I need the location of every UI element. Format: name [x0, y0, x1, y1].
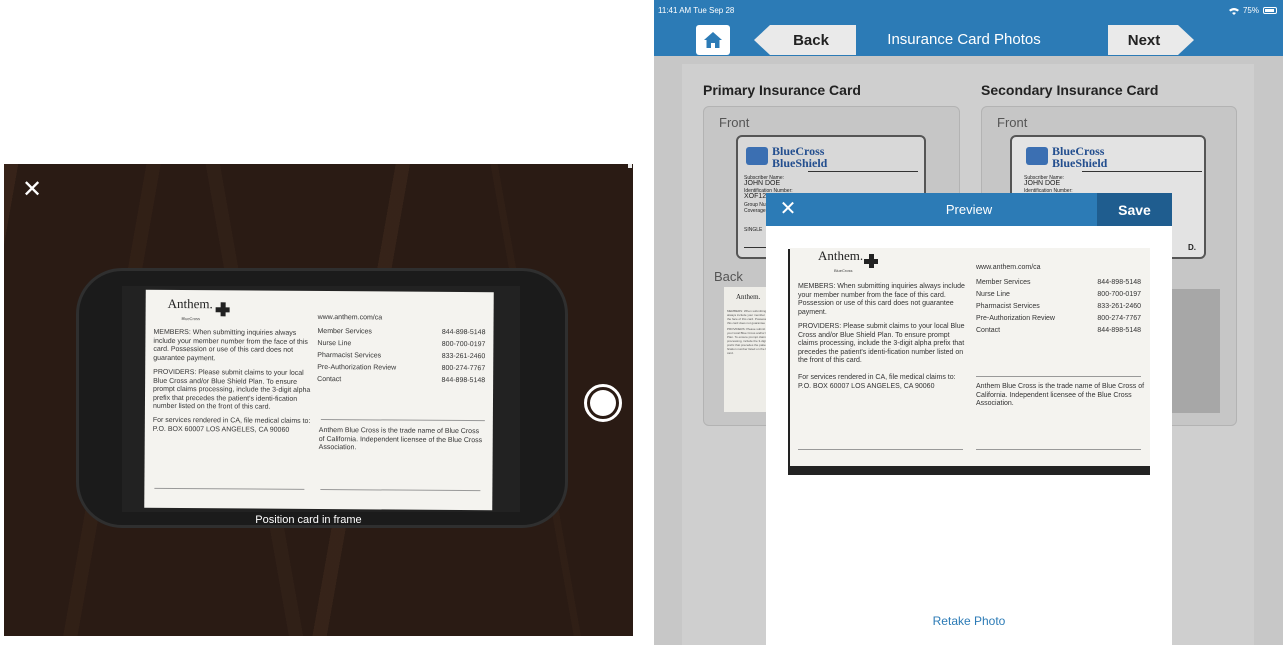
camera-viewfinder: Anthem. BlueCross MEMBERS: When submitti…: [4, 164, 633, 636]
cross-icon: [864, 254, 878, 268]
save-button[interactable]: Save: [1097, 193, 1172, 226]
thumb-logo: Anthem.: [736, 293, 761, 301]
divider: [798, 449, 963, 450]
logo-sub: BlueCross: [181, 316, 201, 322]
front-label: Front: [719, 115, 750, 130]
members-text: MEMBERS: When submitting inquiries alway…: [798, 283, 965, 316]
card-footer: Anthem Blue Cross is the trade name of B…: [318, 426, 483, 452]
anthem-logo: Anthem.: [167, 295, 213, 312]
coverage-label: Coverage: [744, 208, 766, 214]
divider: [808, 171, 918, 172]
next-button[interactable]: Next: [1108, 25, 1194, 55]
primary-heading: Primary Insurance Card: [703, 82, 861, 98]
members-text: MEMBERS: When submitting inquiries alway…: [153, 328, 308, 363]
contact-row: Contact 844-898-5148: [317, 375, 486, 384]
contact-row: Pharmacist Services 833-261-2460: [317, 351, 486, 360]
plan-label: SINGLE: [744, 227, 763, 233]
cross-icon: [216, 302, 230, 316]
card-footer: Anthem Blue Cross is the trade name of B…: [976, 383, 1145, 408]
divider: [976, 449, 1141, 450]
divider: [976, 376, 1141, 377]
divider: [1082, 171, 1202, 172]
contact-row: Member Services 844-898-5148: [976, 279, 1141, 286]
card-letter: D.: [1188, 243, 1196, 252]
preview-card-image: Anthem. BlueCross MEMBERS: When submitti…: [790, 248, 1150, 466]
battery-percent: 75%: [1242, 6, 1259, 15]
providers-text: PROVIDERS: Please submit claims to your …: [152, 368, 311, 412]
divider: [154, 487, 305, 490]
contacts-list: Member Services 844-898-5148 Nurse Line 80…: [976, 279, 1141, 338]
contact-row: Nurse Line 800-700-0197: [976, 290, 1141, 298]
page-title: Insurance Card Photos: [887, 31, 1041, 48]
contact-row: Nurse Line 800-700-0197: [317, 339, 486, 349]
home-icon: [704, 32, 722, 48]
divider: [320, 419, 485, 422]
secondary-heading: Secondary Insurance Card: [981, 82, 1159, 98]
frame-hint: Position card in frame: [255, 514, 362, 526]
services-text: For services rendered in CA, file medica…: [152, 416, 311, 434]
logo-sub: BlueCross: [834, 268, 853, 273]
contact-row: Pre-Authorization Review 800-274-7767: [317, 363, 486, 372]
bcbs-brand: BlueCross BlueShield: [772, 144, 828, 170]
modal-title: Preview: [945, 202, 993, 217]
card-url: www.anthem.com/ca: [976, 264, 1041, 271]
insurance-card-screen: 11:41 AM Tue Sep 28 75% Back Insurance C…: [654, 0, 1283, 645]
captured-card: Anthem. BlueCross MEMBERS: When submitti…: [144, 289, 494, 511]
contact-row: Member Services 844-898-5148: [317, 327, 486, 337]
contact-row: Pre-Authorization Review 800-274-7767: [976, 314, 1141, 322]
back-label: Back: [714, 269, 743, 284]
bcbs-brand: BlueCross BlueShield: [1052, 144, 1108, 170]
back-button[interactable]: Back: [754, 25, 856, 55]
bcbs-logo-icon: [1026, 147, 1048, 165]
contact-row: Pharmacist Services 833-261-2460: [976, 302, 1141, 310]
front-label: Front: [997, 115, 1028, 130]
camera-edge-marker: [628, 164, 632, 168]
home-button[interactable]: [696, 25, 730, 55]
contact-row: Contact 844-898-5148: [976, 326, 1141, 334]
bcbs-logo-icon: [746, 147, 768, 165]
contacts-list: Member Services 844-898-5148 Nurse Line 80…: [317, 328, 485, 389]
card-url: www.anthem.com/ca: [317, 313, 383, 322]
divider: [320, 489, 481, 492]
retake-photo-link[interactable]: Retake Photo: [766, 614, 1172, 628]
services-text: For services rendered in CA, file medica…: [798, 374, 956, 390]
status-time: 11:41 AM Tue Sep 28: [658, 6, 735, 15]
subscriber-name: JOHN DOE: [744, 180, 781, 187]
providers-text: PROVIDERS: Please submit claims to your …: [798, 323, 965, 365]
wifi-icon: [1228, 7, 1239, 15]
status-battery: 75%: [1228, 6, 1277, 15]
modal-header: ✕ Preview Save: [766, 193, 1172, 226]
subscriber-name: JOHN DOE: [1024, 180, 1061, 187]
close-icon[interactable]: ✕: [18, 176, 46, 204]
shutter-button[interactable]: [584, 384, 622, 422]
navigation-bar: 11:41 AM Tue Sep 28 75% Back Insurance C…: [654, 0, 1283, 56]
anthem-logo: Anthem.: [818, 248, 864, 263]
close-icon[interactable]: ✕: [776, 195, 800, 223]
battery-icon: [1263, 7, 1277, 14]
preview-modal: ✕ Preview Save Anthem. BlueCross MEMBERS…: [766, 193, 1172, 645]
